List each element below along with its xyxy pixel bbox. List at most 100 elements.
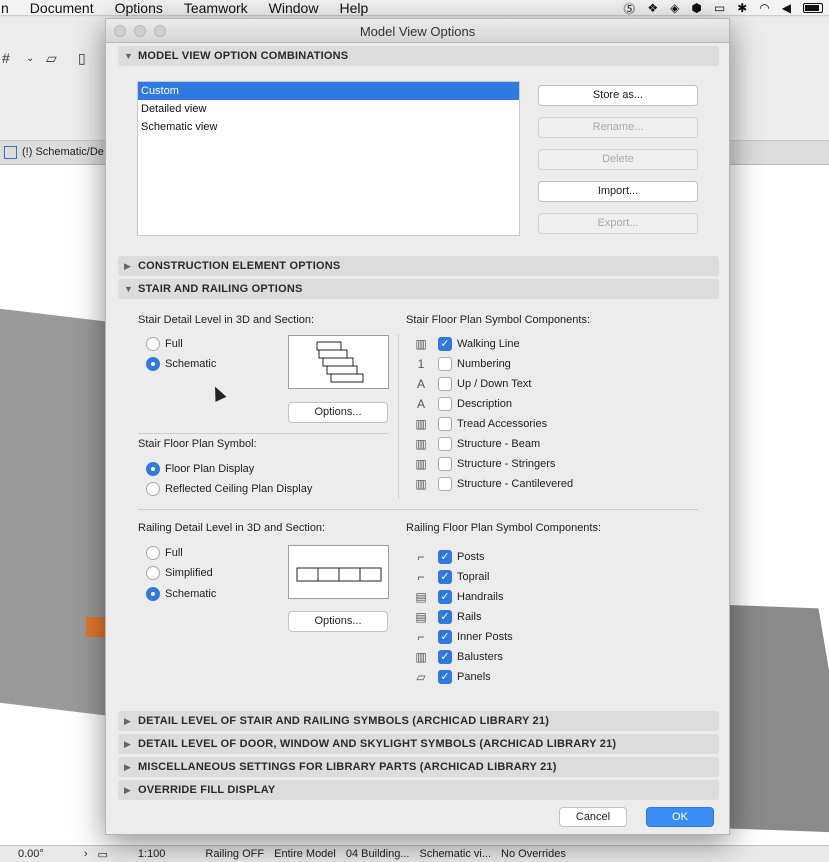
radio-label: Schematic xyxy=(165,588,217,600)
section-stair-and-railing-options[interactable]: ▼ STAIR AND RAILING OPTIONS xyxy=(118,279,719,299)
section-override-fill-display[interactable]: ▶ OVERRIDE FILL DISPLAY xyxy=(118,780,719,800)
status-model[interactable]: Entire Model xyxy=(274,848,336,860)
plane-icon[interactable]: ▱ xyxy=(46,50,57,67)
checkbox[interactable]: ✓ xyxy=(438,650,452,664)
combinations-list[interactable]: Custom Detailed view Schematic view xyxy=(137,81,520,236)
menu-item-document[interactable]: Document xyxy=(30,0,94,16)
checkbox-label: Structure - Cantilevered xyxy=(457,478,574,490)
section-miscellaneous-settings[interactable]: ▶ MISCELLANEOUS SETTINGS FOR LIBRARY PAR… xyxy=(118,757,719,777)
radio-label: Schematic xyxy=(165,358,217,370)
radio-dot[interactable] xyxy=(146,546,160,560)
chevron-down-icon[interactable]: ⌄ xyxy=(26,53,34,64)
view-tab-label[interactable]: (!) Schematic/De xyxy=(22,146,104,158)
wifi-icon[interactable]: ◠ xyxy=(759,1,769,15)
status-mvo[interactable]: Schematic vi... xyxy=(419,848,491,860)
menu-item-partial[interactable]: n xyxy=(1,0,9,16)
checkbox[interactable]: ✓ xyxy=(438,590,452,604)
volume-icon[interactable]: ◀ xyxy=(782,1,791,15)
airplay-icon[interactable]: ▭ xyxy=(714,1,725,15)
stair-component-item[interactable]: ▥ Structure - Cantilevered xyxy=(412,477,573,491)
stair-component-item[interactable]: A Up / Down Text xyxy=(412,377,531,391)
stair-component-item[interactable]: ▥ ✓ Walking Line xyxy=(412,337,520,351)
section-construction-element-options[interactable]: ▶ CONSTRUCTION ELEMENT OPTIONS xyxy=(118,256,719,276)
railing-component-item[interactable]: ▥ ✓ Balusters xyxy=(412,650,503,664)
list-item[interactable]: Schematic view xyxy=(138,118,519,136)
railing-component-item[interactable]: ⌐ ✓ Toprail xyxy=(412,570,489,584)
railing-component-item[interactable]: ▱ ✓ Panels xyxy=(412,670,491,684)
tread-icon: ▥ xyxy=(415,417,427,431)
dialog-titlebar[interactable]: Model View Options xyxy=(106,19,729,43)
radio-railing-schematic[interactable]: Schematic xyxy=(146,587,216,601)
radio-stair-schematic[interactable]: Schematic xyxy=(146,357,216,371)
checkbox[interactable]: ✓ xyxy=(438,570,452,584)
section-model-view-option-combinations[interactable]: ▼ MODEL VIEW OPTION COMBINATIONS xyxy=(118,46,719,66)
checkbox[interactable] xyxy=(438,397,452,411)
menu-item-window[interactable]: Window xyxy=(269,0,319,16)
stair-component-item[interactable]: 1 Numbering xyxy=(412,357,511,371)
radio-railing-simplified[interactable]: Simplified xyxy=(146,566,213,580)
store-as-button[interactable]: Store as... xyxy=(538,85,698,106)
battery-icon[interactable] xyxy=(803,3,823,13)
status-scale[interactable]: 1:100 xyxy=(138,848,166,860)
ok-button[interactable]: OK xyxy=(646,807,714,827)
list-item[interactable]: Custom xyxy=(138,82,519,100)
stair-component-item[interactable]: ▥ Structure - Stringers xyxy=(412,457,555,471)
status-building[interactable]: 04 Building... xyxy=(346,848,410,860)
radio-dot[interactable] xyxy=(146,566,160,580)
radio-dot[interactable] xyxy=(146,462,160,476)
list-item[interactable]: Detailed view xyxy=(138,100,519,118)
checkbox[interactable]: ✓ xyxy=(438,610,452,624)
checkbox[interactable] xyxy=(438,437,452,451)
dialog-title: Model View Options xyxy=(359,24,476,39)
radio-dot[interactable] xyxy=(146,337,160,351)
checkbox[interactable] xyxy=(438,417,452,431)
rename-button[interactable]: Rename... xyxy=(538,117,698,138)
radio-floor-plan-display[interactable]: Floor Plan Display xyxy=(146,462,254,476)
grid-icon[interactable]: # xyxy=(2,50,10,66)
checkbox[interactable]: ✓ xyxy=(438,630,452,644)
stop-icon[interactable]: ⬢ xyxy=(691,1,701,15)
bluetooth-icon[interactable]: ✱ xyxy=(737,1,747,15)
dropbox-icon[interactable]: ❖ xyxy=(647,1,658,15)
railing-component-item[interactable]: ⌐ ✓ Inner Posts xyxy=(412,630,513,644)
export-button[interactable]: Export... xyxy=(538,213,698,234)
checkbox-label: Handrails xyxy=(457,591,504,603)
s-app-icon[interactable]: ⓹ xyxy=(623,0,635,17)
menu-item-help[interactable]: Help xyxy=(339,0,368,16)
status-angle[interactable]: 0.00° xyxy=(18,848,44,860)
stair-component-item[interactable]: A Description xyxy=(412,397,512,411)
railing-component-item[interactable]: ⌐ ✓ Posts xyxy=(412,550,485,564)
checkbox[interactable] xyxy=(438,457,452,471)
import-button[interactable]: Import... xyxy=(538,181,698,202)
railing-component-item[interactable]: ▤ ✓ Handrails xyxy=(412,590,503,604)
radio-dot[interactable] xyxy=(146,482,160,496)
section-detail-level-stair-railing-symbols[interactable]: ▶ DETAIL LEVEL OF STAIR AND RAILING SYMB… xyxy=(118,711,719,731)
cancel-button[interactable]: Cancel xyxy=(559,807,627,827)
stair-options-button[interactable]: Options... xyxy=(288,402,388,423)
menu-item-teamwork[interactable]: Teamwork xyxy=(184,0,248,16)
checkbox[interactable]: ✓ xyxy=(438,337,452,351)
radio-label: Full xyxy=(165,547,183,559)
stair-component-item[interactable]: ▥ Tread Accessories xyxy=(412,417,547,431)
checkbox[interactable]: ✓ xyxy=(438,550,452,564)
checkbox[interactable]: ✓ xyxy=(438,670,452,684)
checkbox[interactable] xyxy=(438,477,452,491)
checkbox[interactable] xyxy=(438,357,452,371)
checkbox[interactable] xyxy=(438,377,452,391)
radio-dot[interactable] xyxy=(146,587,160,601)
section-detail-level-door-window-skylight[interactable]: ▶ DETAIL LEVEL OF DOOR, WINDOW AND SKYLI… xyxy=(118,734,719,754)
radio-stair-full[interactable]: Full xyxy=(146,337,183,351)
railing-options-button[interactable]: Options... xyxy=(288,611,388,632)
status-overrides[interactable]: No Overrides xyxy=(501,848,566,860)
radio-dot[interactable] xyxy=(146,357,160,371)
radio-railing-full[interactable]: Full xyxy=(146,546,183,560)
railing-component-item[interactable]: ▤ ✓ Rails xyxy=(412,610,481,624)
stair-component-item[interactable]: ▥ Structure - Beam xyxy=(412,437,540,451)
shield-icon[interactable]: ◈ xyxy=(670,1,679,15)
elevation-icon[interactable]: ▯ xyxy=(78,50,86,67)
radio-label: Floor Plan Display xyxy=(165,463,255,475)
status-railing[interactable]: Railing OFF xyxy=(205,848,264,860)
menu-item-options[interactable]: Options xyxy=(115,0,163,16)
delete-button[interactable]: Delete xyxy=(538,149,698,170)
radio-reflected-ceiling[interactable]: Reflected Ceiling Plan Display xyxy=(146,482,312,496)
